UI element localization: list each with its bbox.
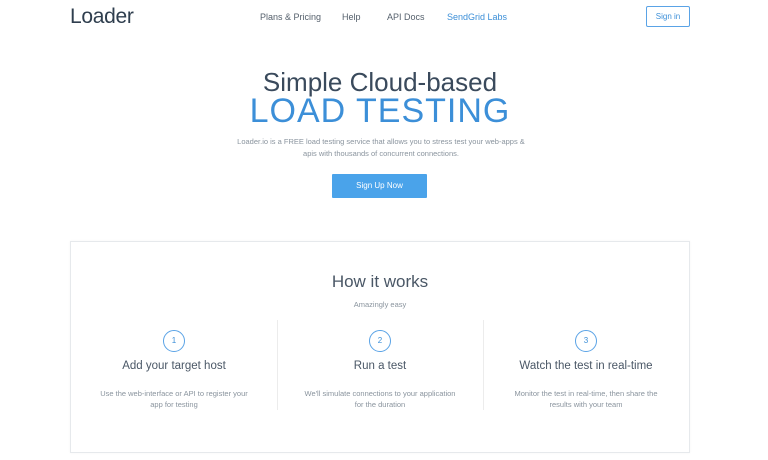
- hero-subheadline: LOAD TESTING: [249, 92, 511, 130]
- step-number-badge: 3: [575, 330, 597, 352]
- nav-api-docs[interactable]: API Docs: [387, 12, 425, 22]
- nav-help[interactable]: Help: [342, 12, 361, 22]
- nav-plans-pricing[interactable]: Plans & Pricing: [260, 12, 321, 22]
- step-2: 2 Run a test We'll simulate connections …: [277, 330, 483, 410]
- step-number-badge: 2: [369, 330, 391, 352]
- how-it-works-subtitle: Amazingly easy: [353, 300, 407, 309]
- step-description: We'll simulate connections to your appli…: [304, 389, 456, 409]
- hero-description: Loader.io is a FREE load testing service…: [237, 137, 525, 158]
- step-description: Use the web-interface or API to register…: [100, 389, 248, 409]
- nav-sendgrid-labs[interactable]: SendGrid Labs: [447, 12, 507, 22]
- step-description: Monitor the test in real-time, then shar…: [514, 389, 658, 409]
- signup-button[interactable]: Sign Up Now: [332, 174, 427, 198]
- how-it-works-title: How it works: [331, 272, 429, 291]
- step-title: Watch the test in real-time: [519, 360, 653, 372]
- step-title: Add your target host: [122, 360, 226, 372]
- step-3: 3 Watch the test in real-time Monitor th…: [483, 330, 689, 410]
- signin-button[interactable]: Sign in: [646, 6, 690, 27]
- step-title: Run a test: [353, 360, 407, 372]
- how-it-works-card: How it works Amazingly easy 1 Add your t…: [70, 241, 690, 453]
- step-number-badge: 1: [163, 330, 185, 352]
- step-1: 1 Add your target host Use the web-inter…: [71, 330, 277, 410]
